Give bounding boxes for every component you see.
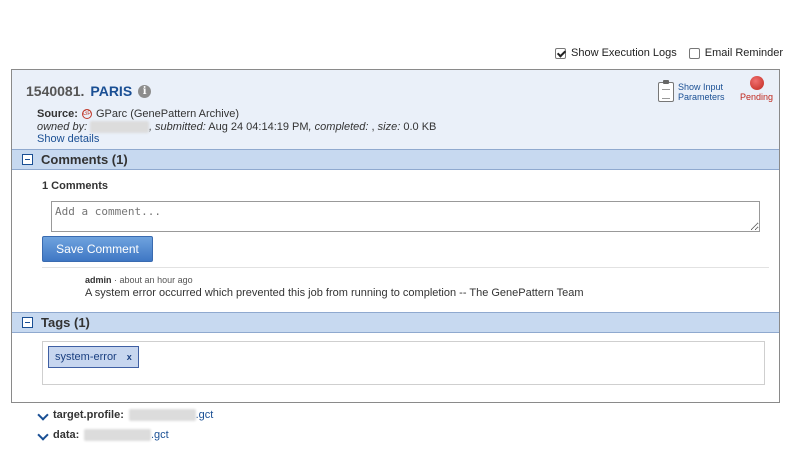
gparc-icon: GP [81, 109, 92, 119]
clipboard-icon [658, 80, 674, 102]
top-controls: Show Execution Logs Email Reminder [555, 47, 783, 59]
job-id: 1540081. [26, 83, 85, 99]
comments-title: Comments (1) [41, 152, 128, 167]
tags-body: system-error x [12, 333, 779, 421]
status-indicator: Pending [740, 76, 773, 102]
output-label: target.profile: [53, 409, 124, 421]
comment-time: · about an hour ago [114, 275, 193, 285]
comments-body: 1 Comments Save Comment admin · about an… [12, 170, 779, 312]
email-reminder-label: Email Reminder [704, 47, 784, 59]
output-file-link[interactable]: hidden_name.gct [84, 429, 169, 441]
email-reminder-toggle[interactable]: Email Reminder [688, 47, 784, 59]
tags-input-box[interactable]: system-error x [42, 341, 765, 385]
submitted-value: Aug 24 04:14:19 PM [208, 121, 309, 133]
show-details-link[interactable]: Show details [37, 133, 99, 145]
job-panel: 1540081. PARIS i Source: GP GParc (GeneP… [11, 69, 780, 403]
job-meta: owned by: genepattern, submitted: Aug 24… [37, 121, 436, 133]
email-reminder-checkbox[interactable] [688, 47, 700, 59]
tag-chip: system-error x [48, 346, 139, 368]
source-value: GParc (GenePattern Archive) [95, 108, 240, 120]
size-value: 0.0 KB [403, 121, 437, 133]
download-icon[interactable] [39, 431, 48, 440]
save-comment-button[interactable]: Save Comment [42, 236, 153, 262]
job-header: 1540081. PARIS i Source: GP GParc (GeneP… [12, 70, 779, 149]
status-dot-icon [749, 76, 764, 90]
collapse-tags-icon[interactable] [22, 317, 33, 328]
owner-value: genepattern [90, 121, 149, 133]
completed-value: , [371, 121, 375, 133]
source-label: Source: [37, 108, 78, 120]
show-params-button[interactable]: Show Input Parameters [658, 80, 728, 102]
completed-label: , completed: [308, 121, 369, 133]
show-params-label: Show Input Parameters [678, 82, 725, 102]
show-logs-toggle[interactable]: Show Execution Logs [555, 47, 677, 59]
submitted-label: , submitted: [148, 121, 206, 133]
output-file-row: target.profile: hidden_name.gct [39, 409, 213, 421]
owned-by-label: owned by: [37, 121, 88, 133]
show-logs-label: Show Execution Logs [571, 47, 677, 59]
output-label: data: [53, 429, 80, 441]
job-title: 1540081. PARIS i [26, 83, 152, 99]
status-label: Pending [740, 92, 774, 102]
info-icon[interactable]: i [138, 84, 152, 98]
size-label: size: [377, 121, 401, 133]
comment-input[interactable] [51, 201, 760, 232]
comment-text: A system error occurred which prevented … [85, 287, 584, 299]
tag-label: system-error [55, 351, 117, 363]
collapse-comments-icon[interactable] [22, 154, 33, 165]
job-name-link[interactable]: PARIS [90, 83, 132, 99]
tags-title: Tags (1) [41, 315, 90, 330]
comment-author: admin [85, 275, 112, 285]
comment-divider [42, 267, 769, 268]
tags-section-header[interactable]: Tags (1) [12, 312, 779, 333]
comment-meta: admin · about an hour ago [85, 275, 193, 285]
output-file-row: data: hidden_name.gct [39, 429, 169, 441]
remove-tag-icon[interactable]: x [127, 352, 132, 362]
comments-count: 1 Comments [42, 180, 109, 192]
job-source: Source: GP GParc (GenePattern Archive) [37, 108, 239, 120]
show-logs-checkbox[interactable] [555, 47, 566, 59]
download-icon[interactable] [39, 411, 48, 420]
comments-section-header[interactable]: Comments (1) [12, 149, 779, 170]
output-file-link[interactable]: hidden_name.gct [128, 409, 213, 421]
